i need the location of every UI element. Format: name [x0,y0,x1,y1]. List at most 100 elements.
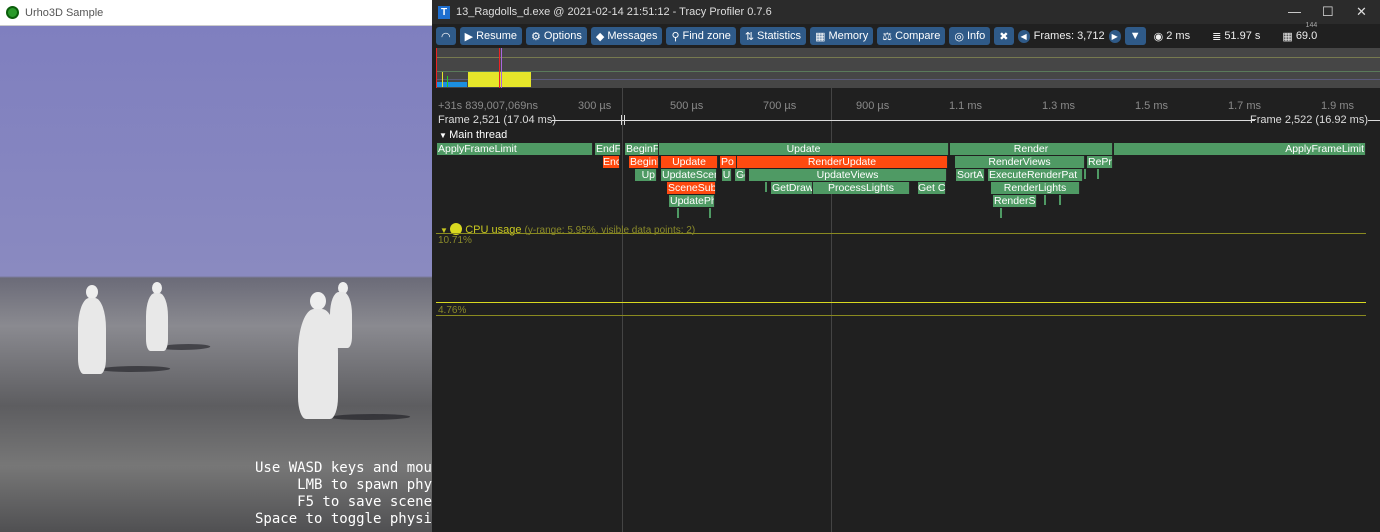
zone[interactable]: Ge [735,169,746,181]
zone[interactable]: EndF [595,143,621,155]
tick-label: 300 µs [578,100,612,112]
label: Statistics [757,30,802,42]
label: Resume [476,30,518,42]
ruler-start: +31s 839,007,069ns [438,100,539,112]
zone[interactable]: UpdatePh [669,195,715,207]
caret-down-icon: ▼ [1129,30,1141,42]
title-bar: Urho3D Sample [0,0,432,26]
toolbar: ◠ ▶ Resume ⚙ Options ◆ Messages ⚲ Find zone … [436,22,1380,46]
label: Options [543,30,582,42]
zone[interactable]: BeginF [625,143,659,155]
frames-count: Frames: 3,712 [1033,30,1105,42]
ragdoll-figure [146,293,168,351]
zone[interactable]: RenderUpdate [737,156,948,168]
zone[interactable]: UpdateScen [661,169,717,181]
view-marker [499,48,500,88]
instruction-line: F5 to save scene [297,494,432,510]
shadow [96,366,174,372]
find-zone-button[interactable]: ⚲ Find zone [666,27,736,45]
memory-button[interactable]: ▦ Memory [810,27,874,45]
zone[interactable]: RenderLights [991,182,1080,194]
zone[interactable]: Get C [918,182,946,194]
ragdoll-head [310,292,326,310]
zone[interactable]: RePre [1087,156,1113,168]
zone[interactable]: Render [950,143,1113,155]
resume-button[interactable]: ▶ Resume [459,27,523,45]
zone[interactable]: ExecuteRenderPat [988,169,1083,181]
zone[interactable]: GetDraw [771,182,813,194]
zone-stub[interactable] [1059,195,1061,205]
zone-stub[interactable] [1097,169,1099,179]
plot-info: (y-range: 5.95%, visible data points: 2) [524,225,696,236]
frame-label[interactable]: Frame 2,522 (16.92 ms) [1250,114,1368,126]
tick-label: 900 µs [856,100,890,112]
zone[interactable]: Up [635,169,657,181]
zone[interactable]: Po [720,156,737,168]
memory-small: 144 [1305,21,1318,29]
compare-button[interactable]: ⚖ Compare [877,27,946,45]
zone[interactable]: ProcessLights [813,182,910,194]
time-ruler[interactable]: +31s 839,007,069ns 300 µs 500 µs 700 µs … [432,88,1380,114]
zone[interactable]: Update [659,143,949,155]
plot-max-label: 10.71% [438,235,472,246]
value: 2 ms [1166,30,1191,42]
plot-name: CPU usage [465,224,522,236]
gear-icon: ⚙ [531,30,541,43]
zone[interactable]: U [722,169,732,181]
zone[interactable]: RenderViews [955,156,1085,168]
search-icon: ⚲ [671,30,680,43]
cpu-usage-header[interactable]: ▼ CPU usage (y-range: 5.95%, visible dat… [440,223,695,236]
zone-stub[interactable] [709,208,711,218]
eye-icon: ◉ [1153,30,1164,43]
window-title: 13_Ragdolls_d.exe @ 2021-02-14 21:51:12 … [456,6,772,18]
ragdoll-head [86,285,98,299]
zone[interactable]: BeginI [629,156,659,168]
connection-button[interactable]: ◠ [436,27,456,45]
maximize-button[interactable]: ☐ [1322,4,1334,20]
database-icon: ≣ [1212,30,1222,43]
instruction-line: Space to toggle physi [254,511,432,527]
options-button[interactable]: ⚙ Options [526,27,587,45]
chevron-left-icon: ◀ [1020,31,1027,41]
frames-dropdown-button[interactable]: ▼ [1124,27,1146,45]
minimize-button[interactable]: — [1288,4,1301,19]
zone-stub[interactable] [677,208,679,218]
zone[interactable]: ApplyFrameLimit [1114,143,1366,155]
memory-usage: ▦ 69.0 144 [1282,22,1317,43]
zone[interactable]: SortA [956,169,985,181]
tools-button[interactable]: ✖ [994,27,1014,45]
zone[interactable]: Update [661,156,718,168]
messages-button[interactable]: ◆ Messages [590,27,663,45]
title-bar: T 13_Ragdolls_d.exe @ 2021-02-14 21:51:12… [432,0,1380,24]
label: Info [966,30,986,42]
tick-label: 1.1 ms [949,100,983,112]
tick-label: 700 µs [763,100,797,112]
prev-frame-button[interactable]: ◀ [1017,29,1030,43]
view-time: ◉ 2 ms [1154,30,1190,43]
value: 51.97 s [1224,30,1261,42]
thread-header[interactable]: ▼ Main thread [439,129,507,141]
frame-graph[interactable] [436,48,1380,88]
thread-name: Main thread [449,129,508,141]
zone[interactable]: SceneSub [667,182,716,194]
next-frame-button[interactable]: ▶ [1108,29,1121,43]
tick-label: 1.3 ms [1042,100,1076,112]
info-button[interactable]: ◎ Info [949,27,991,45]
3d-viewport[interactable]: Use WASD keys and mou LMB to spawn phy F5 … [0,26,432,532]
zone-stub[interactable] [1044,195,1046,205]
tick-label: 500 µs [670,100,704,112]
zone[interactable]: ApplyFrameLimit [437,143,593,155]
zone-stub[interactable] [765,182,767,192]
window-title: Urho3D Sample [25,6,104,19]
label: Memory [828,30,869,42]
zone-stub[interactable] [1000,208,1002,218]
urho3d-window: Urho3D Sample Use WASD keys and mou LMB t… [0,0,432,532]
statistics-button[interactable]: ⇅ Statistics [739,27,807,45]
zone-stub[interactable] [1084,169,1086,179]
zone[interactable]: UpdateViews [749,169,947,181]
frame-label[interactable]: Frame 2,521 (17.04 ms) [438,114,556,126]
close-button[interactable]: ✕ [1356,4,1367,20]
zone[interactable]: RenderSh [993,195,1037,207]
zone[interactable]: Enc [603,156,620,168]
total-time: ≣ 51.97 s [1212,30,1260,43]
